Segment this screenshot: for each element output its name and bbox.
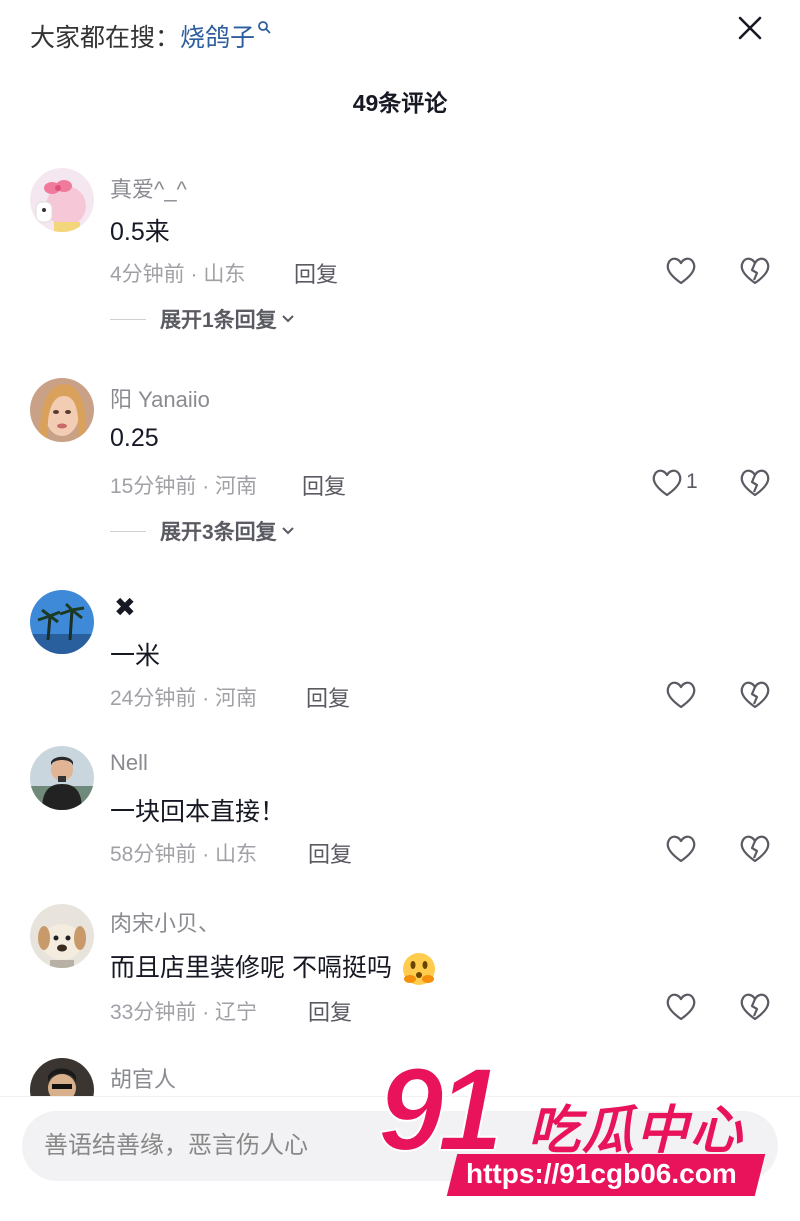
top-bar: 大家都在搜：烧鸽子: [0, 0, 800, 70]
chevron-down-icon: [281, 527, 294, 535]
search-icon: [258, 21, 271, 34]
comment-meta: 58分钟前 · 山东: [110, 843, 258, 866]
comment-item: 肉宋小贝、 而且店里装修呢 不嗝挺吗 33分钟前 · 辽宁 回复: [0, 904, 800, 1034]
comment-username[interactable]: Nell: [110, 750, 148, 776]
watermark-title: 吃瓜中心: [528, 1102, 745, 1160]
comment-item: Nell 一块回本直接！ 58分钟前 · 山东 回复: [0, 746, 800, 876]
comment-item: ✖ 一米 24分钟前 · 河南 回复: [0, 590, 800, 720]
comment-username[interactable]: 胡官人: [110, 1062, 176, 1094]
reply-button[interactable]: 回复: [308, 837, 352, 869]
comment-username[interactable]: 肉宋小贝、: [110, 906, 220, 938]
comment-meta: 4分钟前 · 山东: [110, 263, 246, 286]
comment-username[interactable]: ✖: [114, 592, 136, 623]
expand-divider: [110, 318, 146, 320]
comment-meta: 15分钟前 · 河南: [110, 475, 258, 498]
heart-outline-icon[interactable]: [664, 678, 698, 712]
comment-count-title: 49条评论: [352, 90, 448, 116]
trending-search-hint[interactable]: 大家都在搜：烧鸽子: [30, 18, 271, 54]
reply-button[interactable]: 回复: [308, 995, 352, 1027]
heart-outline-icon[interactable]: [664, 990, 698, 1024]
heart-outline-icon[interactable]: [664, 832, 698, 866]
expand-replies-label: 展开3条回复: [160, 521, 277, 544]
comment-text: 0.5来: [110, 218, 170, 246]
search-hint-keyword[interactable]: 烧鸽子: [180, 24, 255, 52]
thinking-face-emoji: [402, 953, 435, 986]
comment-item: 真爱^_^ 0.5来 4分钟前 · 山东 回复 展开1条回复: [0, 168, 800, 348]
comment-text-content: 而且店里装修呢 不嗝挺吗: [110, 954, 392, 982]
broken-heart-icon[interactable]: [738, 254, 772, 288]
expand-replies-label: 展开1条回复: [160, 309, 277, 332]
comment-meta: 33分钟前 · 辽宁: [110, 1001, 258, 1024]
heart-outline-icon[interactable]: [650, 466, 684, 500]
comment-username[interactable]: 真爱^_^: [110, 172, 187, 204]
avatar[interactable]: [30, 168, 94, 232]
chevron-down-icon: [281, 315, 294, 323]
comment-text: 一块回本直接！: [110, 798, 286, 826]
watermark-url: https://91cgb06.com: [466, 1158, 737, 1189]
avatar[interactable]: [30, 746, 94, 810]
heart-outline-icon[interactable]: [664, 254, 698, 288]
reply-button[interactable]: 回复: [306, 681, 350, 713]
avatar[interactable]: [30, 590, 94, 654]
like-count: 1: [686, 470, 698, 493]
comment-text: 而且店里装修呢 不嗝挺吗: [110, 948, 437, 987]
broken-heart-icon[interactable]: [738, 990, 772, 1024]
comment-meta: 24分钟前 · 河南: [110, 687, 258, 710]
expand-replies-button[interactable]: 展开1条回复: [110, 304, 295, 334]
reply-button[interactable]: 回复: [294, 257, 338, 289]
watermark-logo: 91 吃瓜中心 https://91cgb06.com: [377, 1044, 778, 1200]
comment-text: 0.25: [110, 424, 159, 452]
expand-replies-button[interactable]: 展开3条回复: [110, 516, 295, 546]
search-hint-prefix: 大家都在搜：: [30, 24, 181, 52]
comment-username[interactable]: 阳 Yanaiio: [110, 382, 210, 414]
close-icon[interactable]: [732, 10, 768, 46]
avatar[interactable]: [30, 904, 94, 968]
broken-heart-icon[interactable]: [738, 678, 772, 712]
reply-button[interactable]: 回复: [302, 469, 346, 501]
watermark-number: 91: [377, 1044, 504, 1176]
broken-heart-icon[interactable]: [738, 466, 772, 500]
broken-heart-icon[interactable]: [738, 832, 772, 866]
comment-text: 一米: [110, 642, 161, 670]
avatar[interactable]: [30, 378, 94, 442]
expand-divider: [110, 530, 146, 532]
comment-item: 阳 Yanaiio 0.25 15分钟前 · 河南 回复 1 展开3条回复: [0, 378, 800, 558]
